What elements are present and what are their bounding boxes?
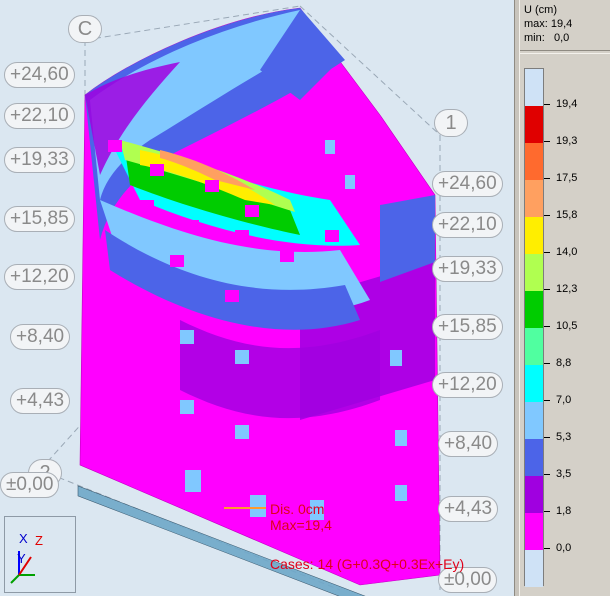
level-left-840: +8,40	[10, 324, 71, 350]
triad-x-label: X	[19, 531, 28, 546]
triad-y-label: Y	[17, 551, 26, 566]
app-window: C 1 2 +24,60 +22,10 +19,33 +15,85 +12,20…	[0, 0, 610, 596]
model-canvas[interactable]	[0, 0, 514, 596]
legend-swatch	[525, 439, 543, 476]
legend-swatch	[525, 550, 543, 587]
level-right-1585: +15,85	[432, 314, 503, 340]
dis-label: Dis. 0cm	[270, 501, 325, 517]
legend-tick-mark	[544, 252, 550, 253]
legend-swatch	[525, 180, 543, 217]
triad-icon	[10, 551, 35, 584]
legend-tick-label: 19,4	[556, 98, 578, 110]
level-left-443: +4,43	[10, 388, 71, 414]
axis-label-1: 1	[434, 109, 468, 137]
legend-tick-label: 3,5	[556, 468, 572, 480]
level-right-2210: +22,10	[432, 212, 503, 238]
legend-divider	[520, 50, 610, 54]
legend-tick-mark	[544, 511, 550, 512]
legend-title: U (cm)	[524, 4, 557, 16]
axis-triad: X Z Y	[4, 516, 76, 593]
legend-tick-mark	[544, 215, 550, 216]
legend-swatch	[525, 217, 543, 254]
legend-swatch	[525, 291, 543, 328]
legend-tick-label: 12,3	[556, 283, 578, 295]
level-right-443: +4,43	[438, 496, 499, 522]
legend-min: min: 0,0	[524, 32, 570, 44]
legend-swatch	[525, 69, 543, 106]
level-left-1933: +19,33	[4, 147, 75, 173]
level-right-2460: +24,60	[432, 171, 503, 197]
cases-label: Cases: 14 (G+0.3Q+0.3Ex+Ey)	[270, 556, 465, 572]
legend-max: max: 19,4	[524, 18, 573, 30]
max-label: Max=19,4	[270, 517, 332, 533]
legend-tick-label: 10,5	[556, 320, 578, 332]
legend-tick-mark	[544, 363, 550, 364]
legend-tick-label: 5,3	[556, 431, 572, 443]
legend-tick-mark	[544, 326, 550, 327]
legend-swatch	[525, 143, 543, 180]
level-right-1933: +19,33	[432, 256, 503, 282]
legend-tick-mark	[544, 474, 550, 475]
legend-swatch	[525, 254, 543, 291]
triad-z-label: Z	[35, 533, 43, 548]
legend-tick-label: 15,8	[556, 209, 578, 221]
legend-tick-mark	[544, 400, 550, 401]
level-left-2460: +24,60	[4, 62, 75, 88]
legend-tick-mark	[544, 289, 550, 290]
legend-tick-label: 14,0	[556, 246, 578, 258]
legend-swatch	[525, 365, 543, 402]
level-left-1585: +15,85	[4, 206, 75, 232]
legend-tick-mark	[544, 178, 550, 179]
legend-tick-mark	[544, 548, 550, 549]
legend-header: U (cm) max: 19,4 min: 0,0	[524, 3, 572, 45]
legend-swatch	[525, 476, 543, 513]
legend-tick-label: 17,5	[556, 172, 578, 184]
legend-tick-label: 8,8	[556, 357, 572, 369]
legend-tick-label: 7,0	[556, 394, 572, 406]
level-left-1220: +12,20	[4, 264, 75, 290]
legend-panel: U (cm) max: 19,4 min: 0,0 19,4 19,3 17,5 15…	[520, 0, 610, 596]
level-left-2210: +22,10	[4, 103, 75, 129]
level-right-840: +8,40	[438, 431, 499, 457]
level-left-000: ±0,00	[0, 472, 60, 498]
legend-swatch	[525, 513, 543, 550]
legend-swatch	[525, 106, 543, 143]
legend-swatch	[525, 328, 543, 365]
legend-tick-label: 0,0	[556, 542, 572, 554]
axis-label-c: C	[68, 15, 102, 43]
legend-tick-mark	[544, 437, 550, 438]
level-right-1220: +12,20	[432, 372, 503, 398]
legend-swatch	[525, 402, 543, 439]
legend-tick-mark	[544, 141, 550, 142]
legend-tick-label: 1,8	[556, 505, 572, 517]
model-viewport[interactable]: C 1 2 +24,60 +22,10 +19,33 +15,85 +12,20…	[0, 0, 514, 596]
legend-tick-label: 19,3	[556, 135, 578, 147]
legend-tick-mark	[544, 104, 550, 105]
legend-colorbar	[524, 68, 544, 587]
